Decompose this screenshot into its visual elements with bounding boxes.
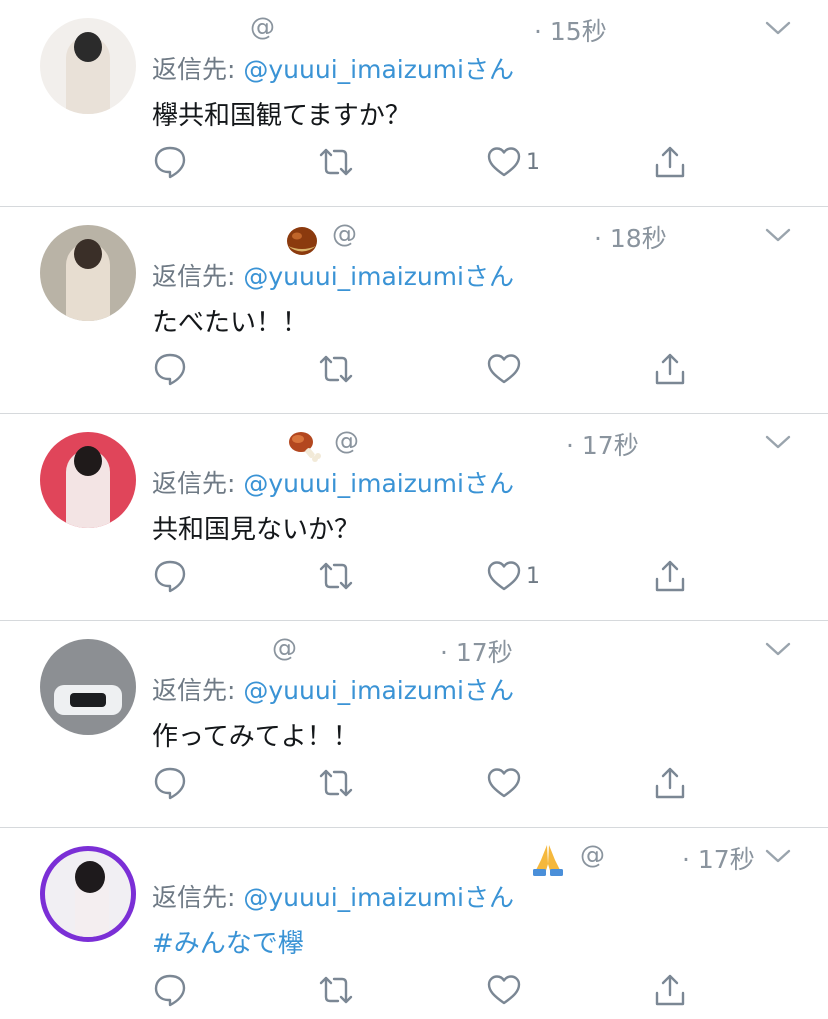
avatar[interactable]	[40, 432, 136, 528]
retweet-icon	[319, 562, 353, 590]
reply-prefix: 返信先:	[152, 262, 244, 291]
chevron-down-icon[interactable]	[764, 639, 792, 659]
username-at: @	[332, 219, 357, 248]
reply-to: 返信先: @yuuui_imaizumiさん	[152, 878, 514, 914]
tweet[interactable]: @ · 15秒 返信先: @yuuui_imaizumiさん 欅共和国観てますか…	[0, 0, 828, 207]
share-icon	[655, 353, 685, 385]
reply-button[interactable]	[152, 142, 188, 182]
reply-icon	[154, 767, 186, 800]
username-at: @	[250, 12, 275, 41]
reply-to: 返信先: @yuuui_imaizumiさん	[152, 671, 514, 707]
reply-icon	[154, 353, 186, 386]
timestamp: · 15秒	[534, 17, 607, 46]
chevron-down-icon[interactable]	[764, 225, 792, 245]
tweet[interactable]: @ · 17秒 返信先: @yuuui_imaizumiさん 作ってみてよ！！	[0, 621, 828, 828]
reply-suffix: さん	[463, 883, 514, 912]
avatar[interactable]	[40, 225, 136, 321]
reply-button[interactable]	[152, 556, 188, 596]
share-button[interactable]	[652, 763, 688, 803]
retweet-button[interactable]	[318, 970, 354, 1010]
retweet-icon	[319, 355, 353, 383]
avatar[interactable]	[40, 639, 136, 735]
reply-suffix: さん	[463, 262, 514, 291]
reply-icon	[154, 560, 186, 593]
retweet-button[interactable]	[318, 763, 354, 803]
avatar[interactable]	[40, 18, 136, 114]
folded-hands-emoji	[533, 845, 563, 876]
reply-prefix: 返信先:	[152, 469, 244, 498]
like-button[interactable]	[486, 970, 526, 1010]
share-button[interactable]	[652, 142, 688, 182]
reply-prefix: 返信先:	[152, 883, 244, 912]
share-button[interactable]	[652, 349, 688, 389]
reply-to: 返信先: @yuuui_imaizumiさん	[152, 50, 514, 86]
reply-suffix: さん	[463, 676, 514, 705]
reply-button[interactable]	[152, 763, 188, 803]
reply-icon	[154, 974, 186, 1007]
reply-prefix: 返信先:	[152, 55, 244, 84]
meat-on-bone-emoji	[289, 432, 321, 462]
share-icon	[655, 767, 685, 799]
reply-button[interactable]	[152, 970, 188, 1010]
tweet-text: 共和国見ないか？	[152, 515, 361, 545]
tweet-text: たべたい！！	[152, 308, 309, 338]
heart-icon	[487, 768, 521, 798]
username-at: @	[334, 426, 359, 455]
username-at: @	[272, 633, 297, 662]
retweet-button[interactable]	[318, 556, 354, 596]
reply-handle-link[interactable]: @yuuui_imaizumi	[243, 262, 464, 291]
tweet-reply-feed: @ · 15秒 返信先: @yuuui_imaizumiさん 欅共和国観てますか…	[0, 0, 828, 1019]
chevron-down-icon[interactable]	[764, 18, 792, 38]
tweet-text: 欅共和国観てますか？	[152, 101, 411, 131]
heart-icon	[487, 147, 521, 177]
reply-handle-link[interactable]: @yuuui_imaizumi	[243, 883, 464, 912]
reply-icon	[154, 146, 186, 179]
retweet-icon	[319, 976, 353, 1004]
share-icon	[655, 146, 685, 178]
chevron-down-icon[interactable]	[764, 432, 792, 452]
avatar[interactable]	[40, 846, 136, 942]
reply-to: 返信先: @yuuui_imaizumiさん	[152, 257, 514, 293]
retweet-button[interactable]	[318, 142, 354, 182]
chestnut-emoji	[287, 227, 317, 255]
tweet[interactable]: @ · 17秒 返信先: @yuuui_imaizumiさん 共和国見ないか？ …	[0, 414, 828, 621]
like-count: 1	[526, 149, 540, 175]
like-button[interactable]: 1	[486, 556, 540, 596]
share-button[interactable]	[652, 556, 688, 596]
timestamp: · 17秒	[440, 638, 513, 667]
heart-icon	[487, 354, 521, 384]
reply-suffix: さん	[463, 469, 514, 498]
heart-icon	[487, 975, 521, 1005]
share-icon	[655, 560, 685, 592]
reply-handle-link[interactable]: @yuuui_imaizumi	[243, 469, 464, 498]
reply-handle-link[interactable]: @yuuui_imaizumi	[243, 55, 464, 84]
like-button[interactable]	[486, 763, 526, 803]
hashtag-link[interactable]: #みんなで欅	[152, 923, 304, 960]
reply-handle-link[interactable]: @yuuui_imaizumi	[243, 676, 464, 705]
retweet-icon	[319, 769, 353, 797]
heart-icon	[487, 561, 521, 591]
timestamp: · 18秒	[594, 224, 667, 253]
share-icon	[655, 974, 685, 1006]
timestamp: · 17秒	[566, 431, 639, 460]
retweet-icon	[319, 148, 353, 176]
reply-prefix: 返信先:	[152, 676, 244, 705]
tweet[interactable]: @ · 18秒 返信先: @yuuui_imaizumiさん たべたい！！	[0, 207, 828, 414]
like-button[interactable]	[486, 349, 526, 389]
reply-to: 返信先: @yuuui_imaizumiさん	[152, 464, 514, 500]
like-count: 1	[526, 563, 540, 589]
reply-suffix: さん	[463, 55, 514, 84]
retweet-button[interactable]	[318, 349, 354, 389]
tweet-text: 作ってみてよ！！	[152, 722, 359, 752]
like-button[interactable]: 1	[486, 142, 540, 182]
chevron-down-icon[interactable]	[764, 846, 792, 866]
timestamp: · 17秒	[682, 845, 755, 874]
username-at: @	[580, 840, 605, 869]
share-button[interactable]	[652, 970, 688, 1010]
tweet[interactable]: @ · 17秒 返信先: @yuuui_imaizumiさん #みんなで欅	[0, 828, 828, 1019]
reply-button[interactable]	[152, 349, 188, 389]
